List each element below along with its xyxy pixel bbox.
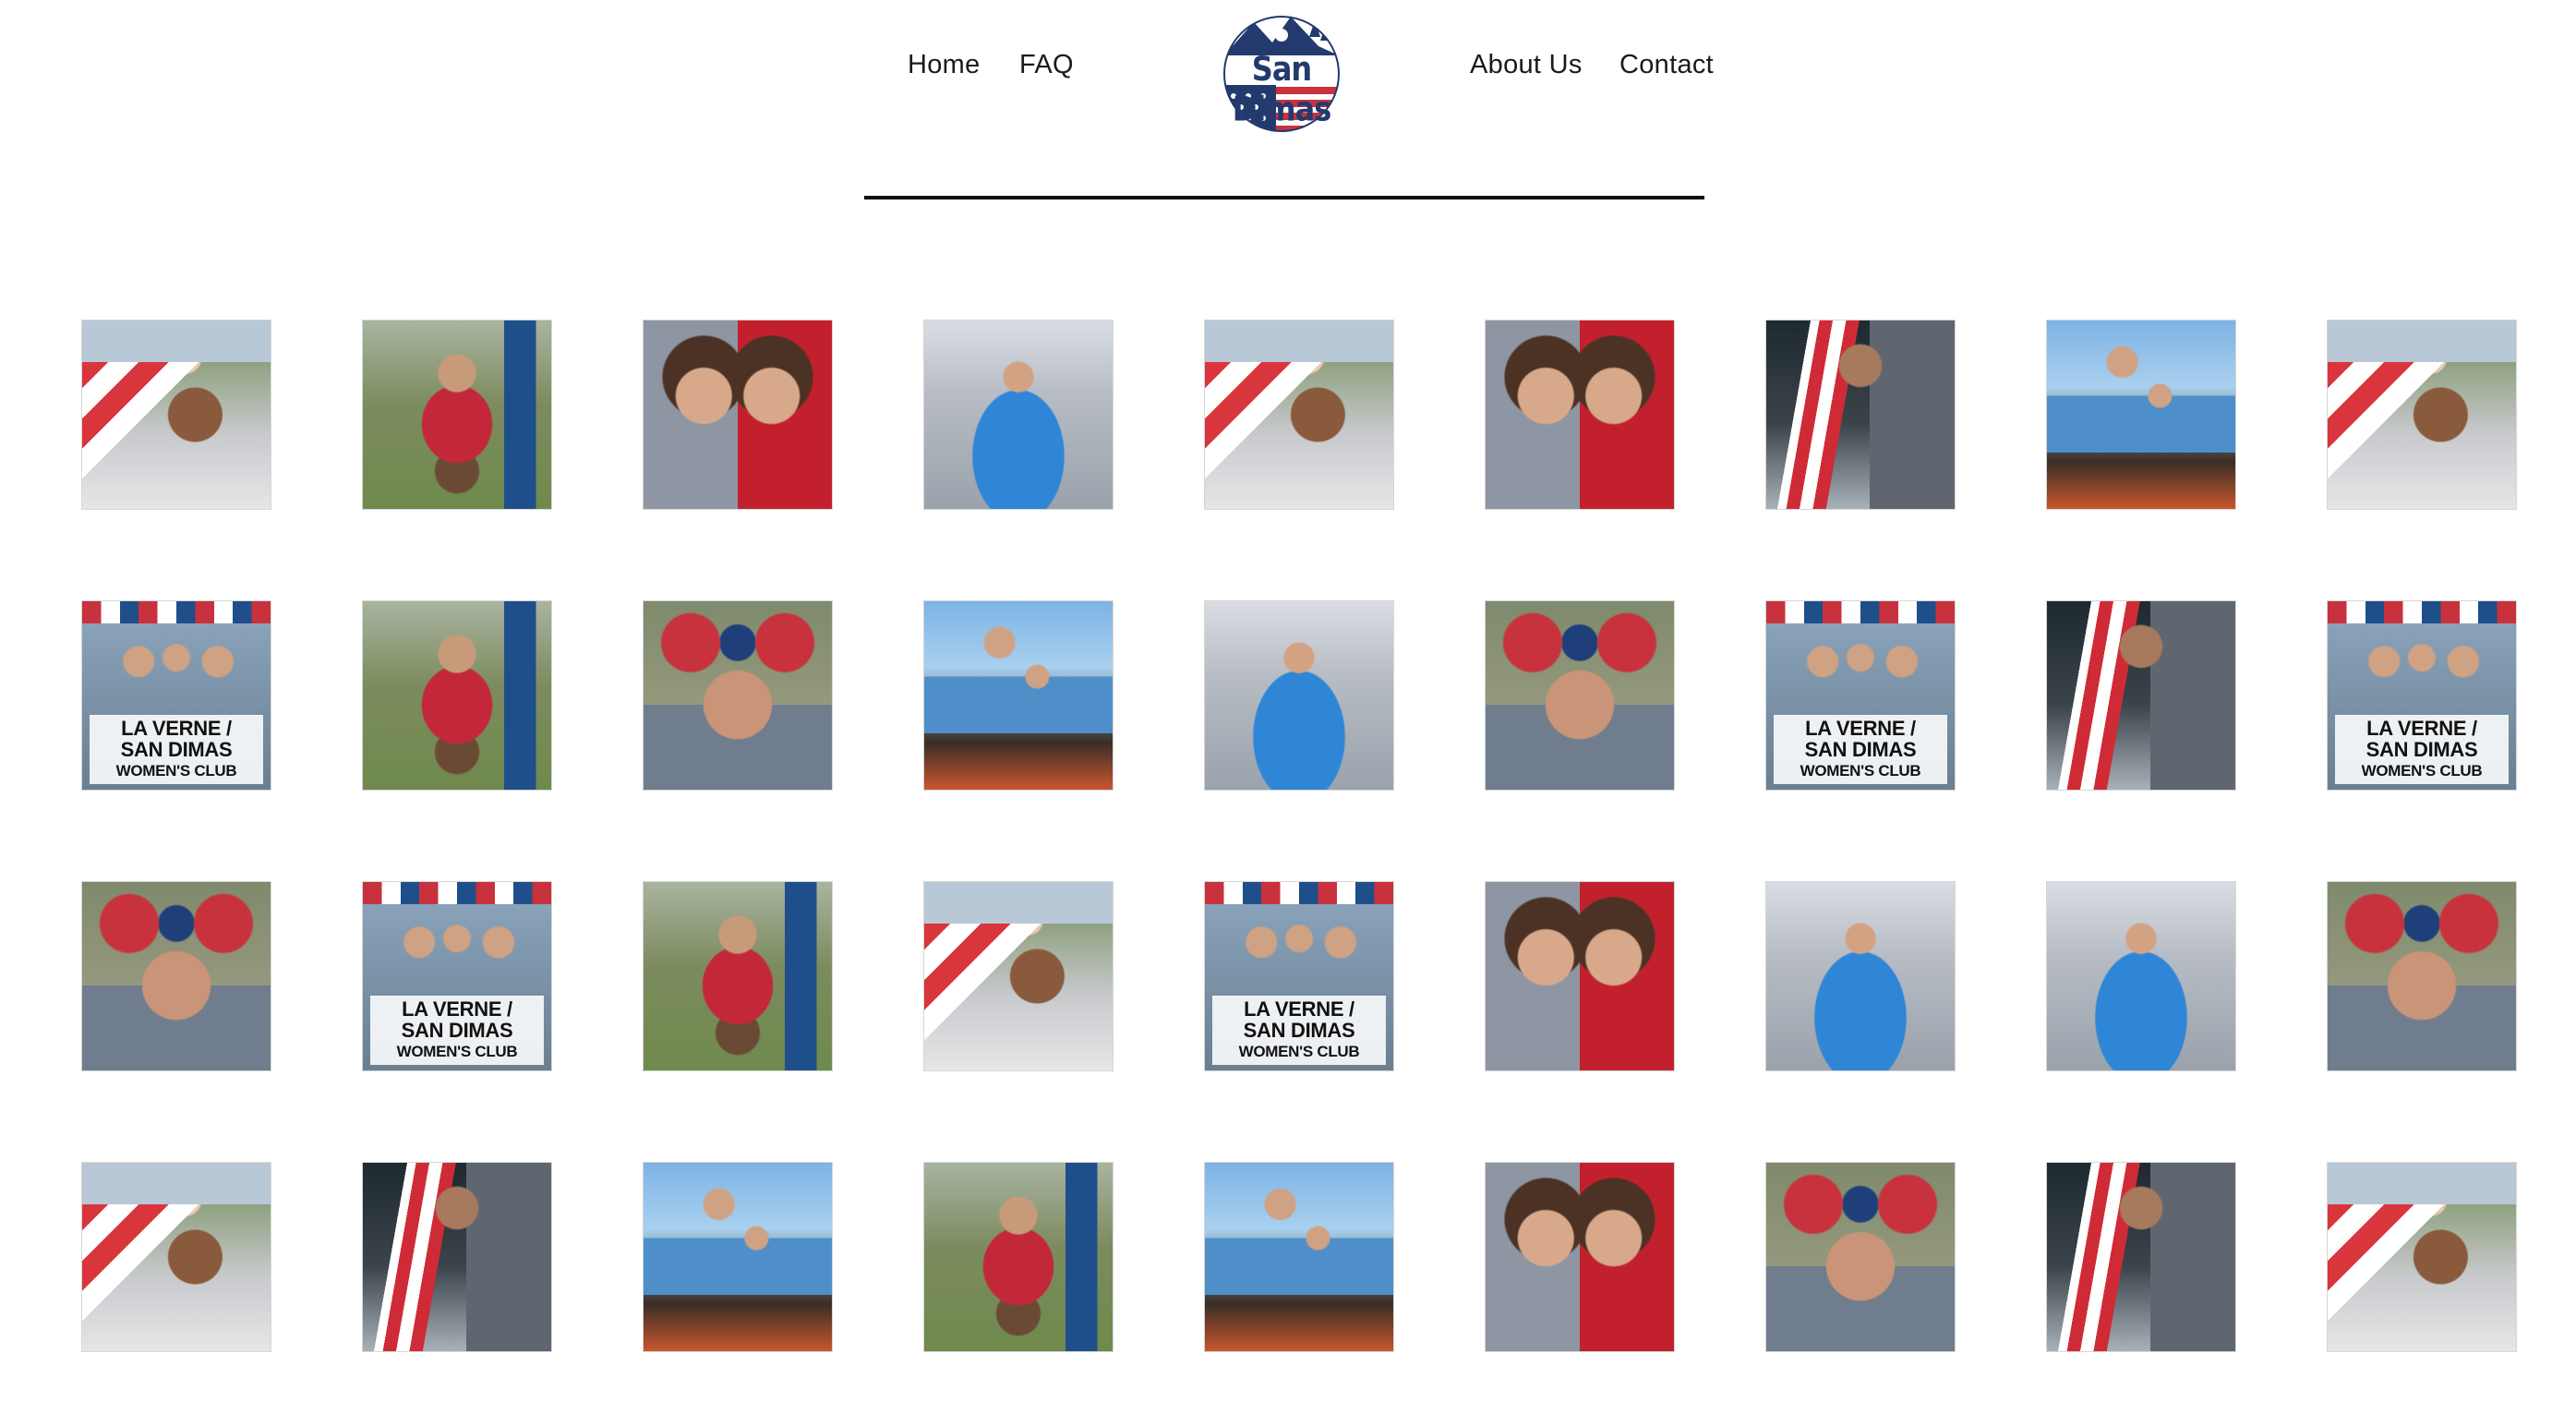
photo-image <box>1486 320 1674 509</box>
gallery-photo-man-flag-boy[interactable] <box>923 881 1113 1071</box>
photo-image <box>1205 320 1393 509</box>
photo-banner-line: WOMEN'S CLUB <box>1800 762 1921 780</box>
photo-banner-line: LA VERNE / <box>1805 717 1916 740</box>
photo-image <box>2047 882 2235 1070</box>
photo-banner-line: LA VERNE / <box>121 717 232 740</box>
photo-image <box>2328 882 2516 1070</box>
photo-image <box>1766 320 1955 509</box>
photo-banner-text: LA VERNE / SAN DIMAS WOMEN'S CLUB <box>1212 996 1386 1065</box>
gallery-photo-man-uncle-sam-hat[interactable] <box>2046 1162 2236 1352</box>
gallery-photo-woman-minnie-ears[interactable] <box>1765 1162 1956 1352</box>
photo-image <box>1486 1163 1674 1351</box>
photo-banner-text: LA VERNE / SAN DIMAS WOMEN'S CLUB <box>2335 715 2509 784</box>
photo-banner-line: SAN DIMAS <box>1243 1019 1355 1042</box>
photo-image <box>924 320 1113 509</box>
photo-image <box>1205 1163 1393 1351</box>
photo-image <box>1766 882 1955 1070</box>
photo-image <box>1486 882 1674 1070</box>
gallery-photo-womens-club-banner[interactable]: LA VERNE / SAN DIMAS WOMEN'S CLUB <box>81 600 271 791</box>
photo-banner-line: SAN DIMAS <box>401 1019 513 1042</box>
gallery-photo-man-dog-chair[interactable] <box>643 881 833 1071</box>
gallery-photo-womens-club-banner[interactable]: LA VERNE / SAN DIMAS WOMEN'S CLUB <box>362 881 552 1071</box>
gallery-photo-man-flag-boy[interactable] <box>2327 1162 2517 1352</box>
photo-image <box>363 320 551 509</box>
gallery-photo-woman-minnie-ears[interactable] <box>2327 881 2517 1071</box>
photo-image <box>924 882 1113 1070</box>
photo-banner-line: LA VERNE / <box>2366 717 2477 740</box>
photo-image <box>1766 1163 1955 1351</box>
gallery-photo-womens-club-banner[interactable]: LA VERNE / SAN DIMAS WOMEN'S CLUB <box>2327 600 2517 791</box>
photo-image <box>1486 601 1674 790</box>
gallery-photo-man-uncle-sam-hat[interactable] <box>2046 600 2236 791</box>
gallery-photo-woman-minnie-ears[interactable] <box>81 881 271 1071</box>
photo-image <box>82 320 271 509</box>
photo-image <box>2047 601 2235 790</box>
gallery-photo-man-flag-boy[interactable] <box>81 1162 271 1352</box>
photo-banner-line: WOMEN'S CLUB <box>2361 762 2483 780</box>
logo-text: San Dimas <box>1232 48 1332 129</box>
gallery-photo-two-girls[interactable] <box>1485 881 1675 1071</box>
gallery-photo-two-girls[interactable] <box>643 320 833 510</box>
gallery-photo-girls-parade-float[interactable] <box>2046 320 2236 510</box>
gallery-photo-boy-blue-car[interactable] <box>923 320 1113 510</box>
nav-home-link[interactable]: Home <box>908 50 981 80</box>
gallery-photo-boy-blue-car[interactable] <box>2046 881 2236 1071</box>
photo-banner-line: SAN DIMAS <box>2365 738 2478 761</box>
photo-image <box>2328 320 2516 509</box>
photo-image <box>924 1163 1113 1351</box>
gallery-photo-girls-parade-float[interactable] <box>1204 1162 1394 1352</box>
gallery-photo-man-uncle-sam-hat[interactable] <box>1765 320 1956 510</box>
photo-banner-line: LA VERNE / <box>1244 997 1354 1021</box>
gallery-photo-man-uncle-sam-hat[interactable] <box>362 1162 552 1352</box>
photo-banner-line: WOMEN'S CLUB <box>115 762 237 780</box>
photo-image <box>644 320 832 509</box>
photo-banner-line: WOMEN'S CLUB <box>1238 1043 1360 1060</box>
gallery-photo-man-flag-boy[interactable] <box>2327 320 2517 510</box>
photo-image <box>82 882 271 1070</box>
gallery-photo-girls-parade-float[interactable] <box>643 1162 833 1352</box>
photo-image <box>644 1163 832 1351</box>
photo-image <box>2047 1163 2235 1351</box>
photo-gallery: LA VERNE / SAN DIMAS WOMEN'S CLUB LA VERNE … <box>81 320 2517 1352</box>
nav-contact-link[interactable]: Contact <box>1619 50 1714 80</box>
photo-image <box>363 1163 551 1351</box>
gallery-photo-girls-parade-float[interactable] <box>923 600 1113 791</box>
gallery-photo-woman-minnie-ears[interactable] <box>643 600 833 791</box>
photo-image <box>644 601 832 790</box>
photo-image <box>363 601 551 790</box>
nav-about-us-link[interactable]: About Us <box>1470 50 1583 80</box>
photo-banner-text: LA VERNE / SAN DIMAS WOMEN'S CLUB <box>1774 715 1947 784</box>
gallery-photo-womens-club-banner[interactable]: LA VERNE / SAN DIMAS WOMEN'S CLUB <box>1204 881 1394 1071</box>
gallery-photo-man-flag-boy[interactable] <box>81 320 271 510</box>
gallery-photo-man-dog-chair[interactable] <box>923 1162 1113 1352</box>
gallery-photo-boy-blue-car[interactable] <box>1765 881 1956 1071</box>
header-divider <box>864 196 1704 199</box>
photo-image <box>644 882 832 1070</box>
page: Home FAQ San Dimas About Us Contact LA V… <box>0 0 2576 1402</box>
photo-banner-text: LA VERNE / SAN DIMAS WOMEN'S CLUB <box>370 996 544 1065</box>
gallery-photo-man-flag-boy[interactable] <box>1204 320 1394 510</box>
photo-banner-line: LA VERNE / <box>402 997 512 1021</box>
photo-image <box>924 601 1113 790</box>
photo-image <box>2328 1163 2516 1351</box>
gallery-photo-two-girls[interactable] <box>1485 1162 1675 1352</box>
photo-banner-line: SAN DIMAS <box>1804 738 1917 761</box>
photo-banner-text: LA VERNE / SAN DIMAS WOMEN'S CLUB <box>90 715 263 784</box>
gallery-photo-man-dog-chair[interactable] <box>362 320 552 510</box>
gallery-photo-man-dog-chair[interactable] <box>362 600 552 791</box>
photo-image <box>82 1163 271 1351</box>
photo-image <box>1205 601 1393 790</box>
gallery-photo-woman-minnie-ears[interactable] <box>1485 600 1675 791</box>
site-logo[interactable]: San Dimas <box>1217 9 1346 139</box>
photo-banner-line: WOMEN'S CLUB <box>396 1043 518 1060</box>
nav-faq-link[interactable]: FAQ <box>1019 50 1074 80</box>
photo-image <box>2047 320 2235 509</box>
gallery-photo-boy-blue-car[interactable] <box>1204 600 1394 791</box>
photo-banner-line: SAN DIMAS <box>120 738 233 761</box>
gallery-photo-two-girls[interactable] <box>1485 320 1675 510</box>
gallery-photo-womens-club-banner[interactable]: LA VERNE / SAN DIMAS WOMEN'S CLUB <box>1765 600 1956 791</box>
